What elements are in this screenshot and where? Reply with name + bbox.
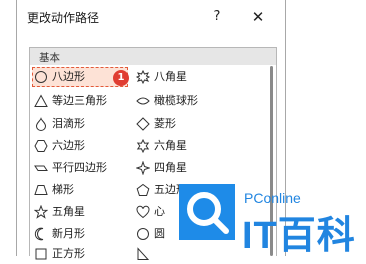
item-label: 六角星 (154, 139, 187, 152)
eight-point-star-icon (136, 70, 150, 84)
item-label: 正方形 (52, 247, 85, 260)
section-label: 基本 (39, 52, 60, 64)
parallelogram-icon (34, 165, 48, 171)
item-label: 菱形 (154, 117, 176, 130)
watermark-name: IT百科 (242, 215, 356, 257)
path-item-six-point-star[interactable]: 六角星 (134, 136, 244, 156)
octagon-icon (35, 71, 47, 83)
close-button[interactable]: ✕ (249, 9, 267, 25)
hexagon-icon (34, 140, 48, 152)
six-point-star-icon (136, 139, 150, 153)
path-item-octagon[interactable]: 八边形 1 (32, 67, 129, 87)
path-item-equilateral-triangle[interactable]: 等边三角形 (32, 91, 128, 111)
trapezoid-icon (34, 185, 48, 195)
watermark-logo (179, 184, 235, 240)
square-icon (35, 248, 47, 260)
title-bar: 更改动作路径 ? ✕ (17, 0, 287, 34)
item-label: 橄榄球形 (154, 94, 198, 107)
path-item-hexagon[interactable]: 六边形 (32, 136, 128, 156)
crescent-icon (34, 227, 44, 241)
help-button[interactable]: ? (209, 9, 225, 25)
item-label: 圆 (154, 227, 165, 240)
item-label: 新月形 (52, 227, 85, 240)
path-list: 基本 八边形 1 八角星 等边三角形 橄榄球形 泪滴形 菱形 六边形 六角星 平… (29, 47, 277, 260)
path-item-square[interactable]: 正方形 (32, 244, 128, 264)
heart-icon (136, 205, 150, 219)
five-point-star-icon (34, 205, 48, 219)
item-label: 八角星 (154, 70, 187, 83)
path-item-five-point-star[interactable]: 五角星 (32, 202, 128, 222)
annotation-badge: 1 (113, 70, 129, 86)
triangle-icon (34, 94, 48, 107)
diamond-icon (136, 117, 150, 131)
item-label: 泪滴形 (52, 117, 85, 130)
circle-icon (137, 228, 149, 240)
teardrop-icon (35, 117, 47, 131)
search-magnifier-icon (187, 192, 229, 234)
section-header-basic: 基本 (30, 48, 276, 65)
item-label: 八边形 (52, 70, 85, 83)
path-item-eight-point-star[interactable]: 八角星 (134, 67, 244, 87)
item-label: 平行四边形 (52, 161, 107, 174)
four-point-star-icon (136, 161, 150, 175)
path-item-right-triangle[interactable] (134, 244, 244, 264)
dialog-title: 更改动作路径 (27, 11, 100, 25)
item-label: 六边形 (52, 139, 85, 152)
item-label: 心 (154, 205, 165, 218)
pentagon-icon (136, 183, 150, 196)
path-item-four-point-star[interactable]: 四角星 (134, 158, 244, 178)
football-icon (136, 97, 150, 105)
item-label: 梯形 (52, 183, 74, 196)
item-label: 四角星 (154, 161, 187, 174)
path-item-crescent[interactable]: 新月形 (32, 224, 128, 244)
path-item-football[interactable]: 橄榄球形 (134, 91, 244, 111)
path-item-parallelogram[interactable]: 平行四边形 (32, 158, 128, 178)
path-item-trapezoid[interactable]: 梯形 (32, 180, 128, 200)
path-item-teardrop[interactable]: 泪滴形 (32, 114, 128, 134)
right-triangle-icon (137, 247, 150, 260)
item-label: 等边三角形 (52, 94, 107, 107)
item-label: 五角星 (52, 205, 85, 218)
path-item-diamond[interactable]: 菱形 (134, 114, 244, 134)
